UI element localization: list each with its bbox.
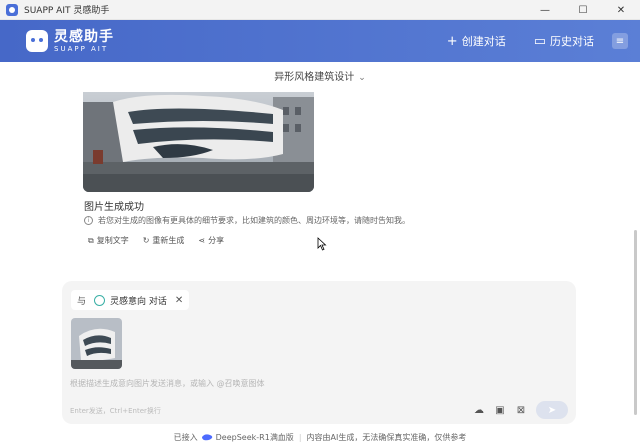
mouse-cursor-icon [317,237,327,251]
scrollbar[interactable] [634,230,637,415]
footer: 已接入 DeepSeek-R1满血版 | 内容由AI生成，无法确保真实准确，仅供… [0,432,640,443]
logo-text-cn: 灵感助手 [54,28,114,45]
image-upload-icon[interactable]: ▣ [493,403,507,417]
crop-icon[interactable]: ⊠ [514,403,528,417]
attached-image-thumbnail[interactable] [71,318,122,369]
prompt-input[interactable] [70,376,510,390]
history-button[interactable]: ▭ 历史对话 [534,33,594,49]
plus-icon: + [446,33,458,49]
window-title: SUAPP AIT 灵感助手 [24,6,110,16]
logo-text-en: SUAPP AIT [54,44,109,53]
refresh-icon: ↻ [142,236,150,245]
mode-label: 异形风格建筑设计 [274,72,355,83]
logo: 灵感助手 SUAPP AIT [26,30,114,53]
history-label: 历史对话 [550,35,594,48]
deepseek-whale-icon [201,434,212,441]
enter-hint: Enter发送，Ctrl+Enter换行 [70,407,161,415]
minimize-button[interactable]: — [526,0,564,20]
share-icon: ⋖ [198,236,206,245]
message-actions: ⧉ 复制文字 ↻ 重新生成 ⋖ 分享 [88,235,238,246]
chevron-down-icon: ⌄ [358,73,366,83]
detail-hint: i 若您对生成的图像有更具体的细节要求，比如建筑的颜色、周边环境等，请随时告知我… [84,215,410,226]
new-chat-button[interactable]: + 创建对话 [447,33,506,49]
logo-robot-icon [26,30,48,52]
connected-label: 已接入 [173,433,198,442]
regenerate-button[interactable]: ↻ 重新生成 [143,235,185,246]
menu-button[interactable]: ≡ [612,33,628,49]
share-button[interactable]: ⋖ 分享 [198,235,224,246]
mode-selector[interactable]: 异形风格建筑设计 ⌄ [0,68,640,83]
building-render [83,92,314,192]
footer-separator: | [298,433,302,442]
agent-name: 灵感意向 对话 [110,296,167,307]
close-window-button[interactable]: ✕ [602,0,640,20]
disclaimer: 内容由AI生成，无法确保真实准确，仅供参考 [306,433,467,442]
maximize-button[interactable]: ☐ [564,0,602,20]
info-icon: i [84,216,93,225]
generated-building-image[interactable] [83,92,314,192]
generation-status: 图片生成成功 [84,202,144,213]
new-chat-label: 创建对话 [461,35,506,48]
app-header: 灵感助手 SUAPP AIT + 创建对话 ▭ 历史对话 ≡ [0,20,640,62]
close-icon[interactable]: ✕ [175,295,183,306]
app-icon [6,3,18,16]
with-label: 与 [77,296,87,307]
agent-icon [94,294,106,306]
agent-context-chip[interactable]: 与 灵感意向 对话 ✕ [71,290,190,310]
chat-bubble-icon: ▭ [533,33,546,49]
hint-text: 若您对生成的图像有更具体的细节要求，比如建筑的颜色、周边环境等，请随时告知我。 [98,216,410,225]
copy-text-button[interactable]: ⧉ 复制文字 [88,235,129,246]
window-controls: — ☐ ✕ [526,0,640,20]
model-name: DeepSeek-R1满血版 [215,433,294,442]
cloud-upload-icon[interactable]: ☁ [472,403,486,417]
copy-icon: ⧉ [88,235,94,245]
composer-panel: 与 灵感意向 对话 ✕ Enter发送，Ctrl+Enter换行 ☁ ▣ ⊠ ➤ [62,281,576,424]
send-button[interactable]: ➤ [536,401,568,419]
window-titlebar: SUAPP AIT 灵感助手 — ☐ ✕ [0,0,640,20]
